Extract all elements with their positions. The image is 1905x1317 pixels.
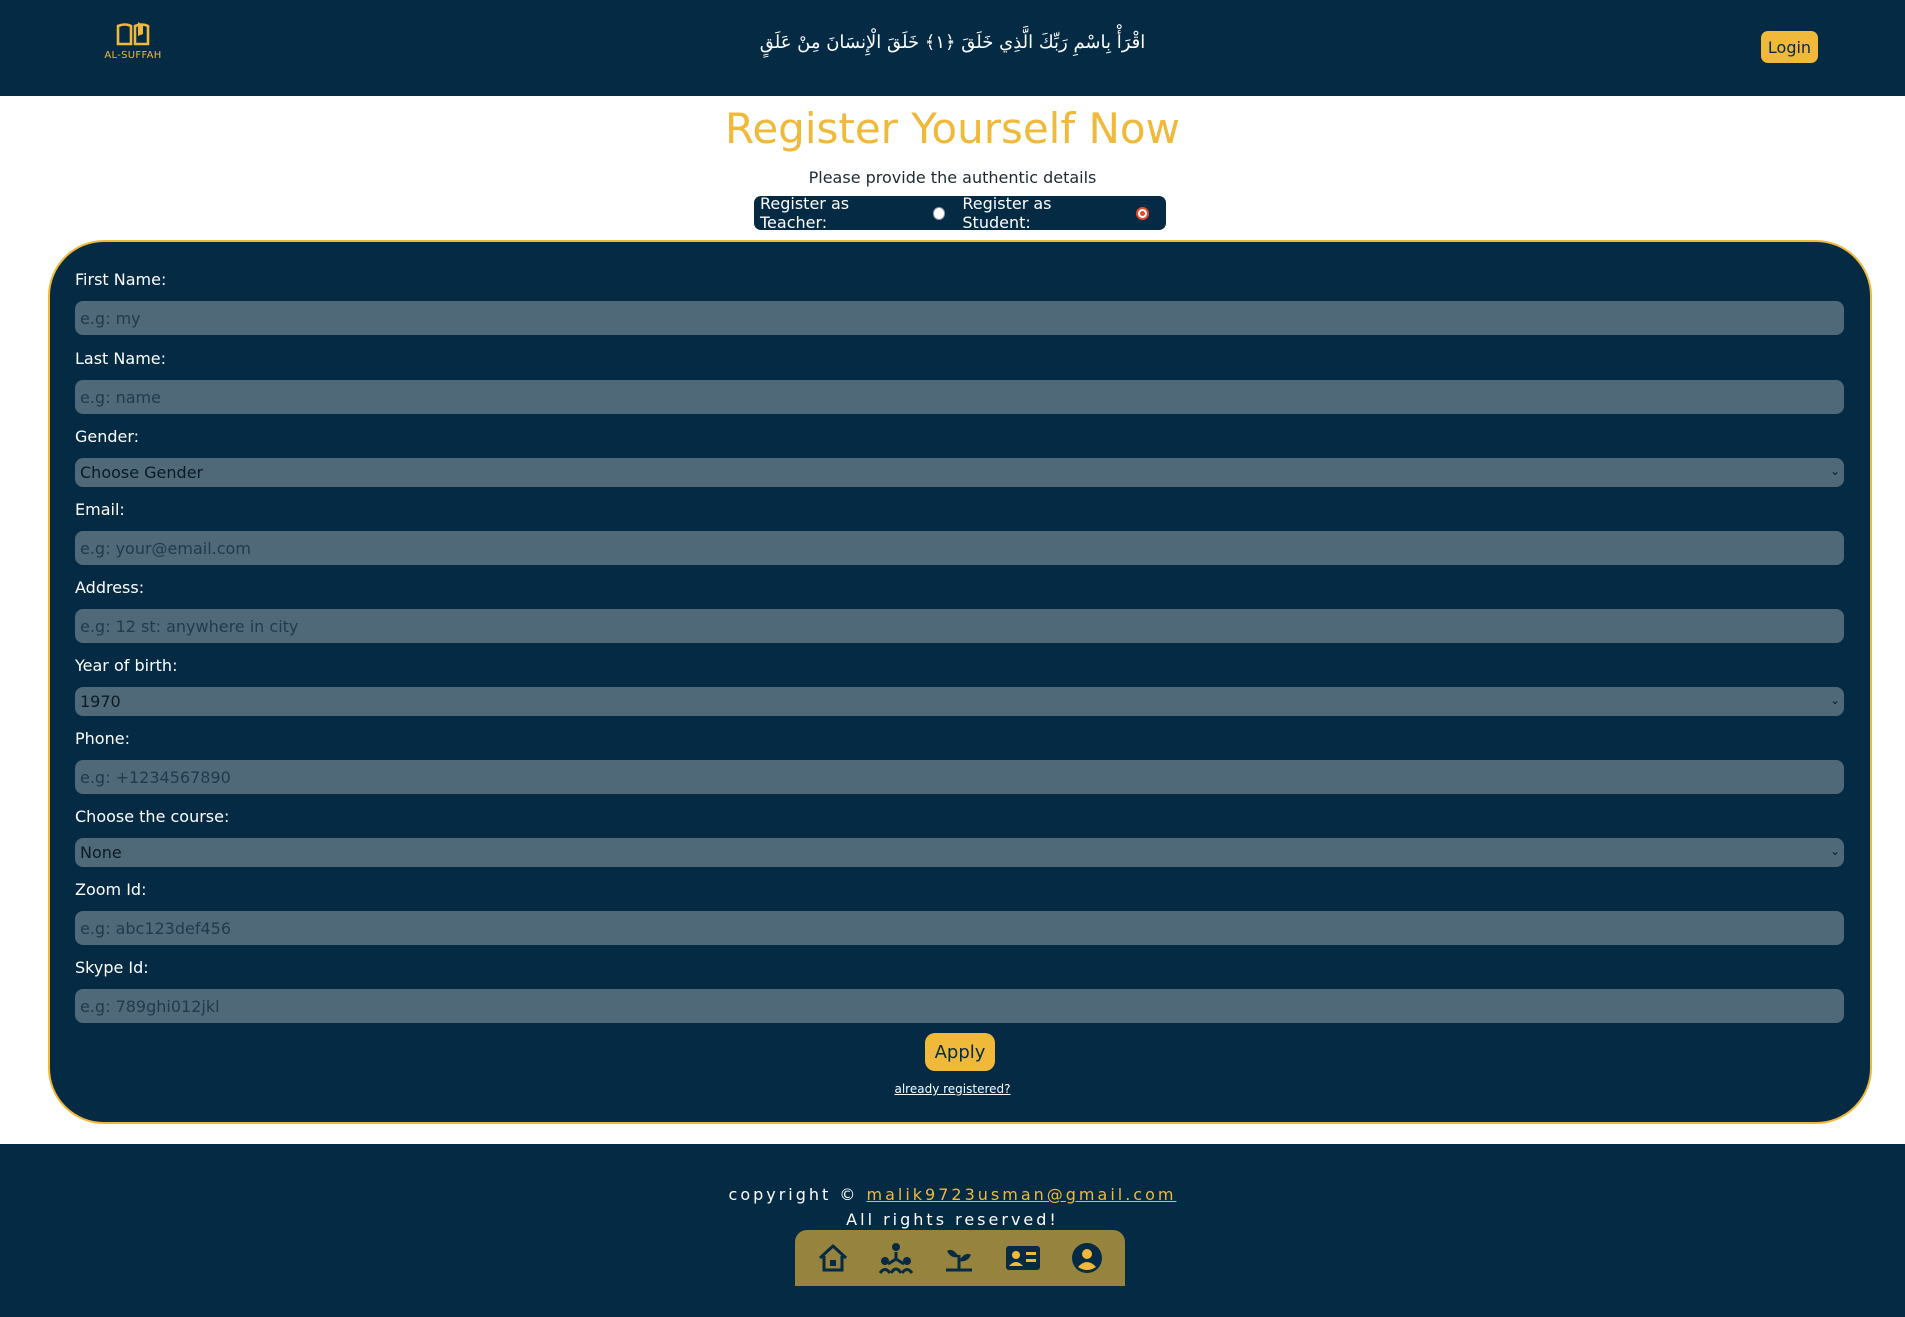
student-radio[interactable] bbox=[1136, 206, 1149, 220]
page-title: Register Yourself Now bbox=[725, 104, 1180, 153]
chevron-down-icon: ⌄ bbox=[1829, 464, 1840, 478]
course-select[interactable]: None ⌄ bbox=[75, 838, 1844, 867]
year-selected-value: 1970 bbox=[80, 692, 121, 711]
copyright-text: copyright © malik9723usman@gmail.com bbox=[0, 1185, 1905, 1204]
community-icon[interactable] bbox=[878, 1241, 914, 1275]
first-name-label: First Name: bbox=[75, 270, 167, 289]
page-subtitle: Please provide the authentic details bbox=[808, 168, 1097, 187]
gender-selected-value: Choose Gender bbox=[80, 463, 204, 482]
top-header: AL-SUFFAH اقْرَأْ بِاسْمِ رَبِّكَ الَّذِ… bbox=[0, 0, 1905, 96]
contact-card-icon[interactable] bbox=[1004, 1243, 1042, 1273]
address-label: Address: bbox=[75, 578, 145, 597]
skype-id-label: Skype Id: bbox=[75, 958, 149, 977]
chevron-down-icon: ⌄ bbox=[1829, 844, 1840, 858]
year-of-birth-label: Year of birth: bbox=[75, 656, 178, 675]
teacher-radio[interactable] bbox=[932, 206, 946, 220]
email-input[interactable] bbox=[75, 531, 1844, 565]
year-of-birth-select[interactable]: 1970 ⌄ bbox=[75, 687, 1844, 716]
chevron-down-icon: ⌄ bbox=[1829, 693, 1840, 707]
last-name-input[interactable] bbox=[75, 380, 1844, 414]
course-selected-value: None bbox=[80, 843, 122, 862]
zoom-id-label: Zoom Id: bbox=[75, 880, 147, 899]
home-icon[interactable] bbox=[817, 1243, 849, 1273]
already-registered-link[interactable]: already registered? bbox=[0, 1082, 1905, 1096]
last-name-label: Last Name: bbox=[75, 349, 167, 368]
student-radio-label: Register as Student: bbox=[962, 194, 1052, 232]
zoom-id-input[interactable] bbox=[75, 911, 1844, 945]
page-footer: copyright © malik9723usman@gmail.com All… bbox=[0, 1144, 1905, 1317]
role-selector: Register as Teacher: Register as Student… bbox=[754, 194, 1166, 232]
header-verse: اقْرَأْ بِاسْمِ رَبِّكَ الَّذِي خَلَقَ ﴿… bbox=[759, 32, 1146, 53]
teacher-radio-label: Register as Teacher: bbox=[760, 194, 850, 232]
address-input[interactable] bbox=[75, 609, 1844, 643]
email-label: Email: bbox=[75, 500, 125, 519]
login-button[interactable]: Login bbox=[1761, 31, 1818, 63]
first-name-input[interactable] bbox=[75, 301, 1844, 335]
contact-email-link[interactable]: malik9723usman@gmail.com bbox=[867, 1185, 1177, 1204]
skype-id-input[interactable] bbox=[75, 989, 1844, 1023]
apply-button[interactable]: Apply bbox=[925, 1033, 995, 1071]
rights-text: All rights reserved! bbox=[846, 1210, 1059, 1229]
footer-nav bbox=[795, 1230, 1125, 1286]
gender-label: Gender: bbox=[75, 427, 140, 446]
phone-label: Phone: bbox=[75, 729, 130, 748]
course-label: Choose the course: bbox=[75, 807, 230, 826]
copyright-prefix: copyright © bbox=[728, 1185, 867, 1204]
profile-icon[interactable] bbox=[1071, 1242, 1103, 1274]
growth-icon[interactable] bbox=[943, 1243, 975, 1273]
gender-select[interactable]: Choose Gender ⌄ bbox=[75, 458, 1844, 487]
phone-input[interactable] bbox=[75, 760, 1844, 794]
